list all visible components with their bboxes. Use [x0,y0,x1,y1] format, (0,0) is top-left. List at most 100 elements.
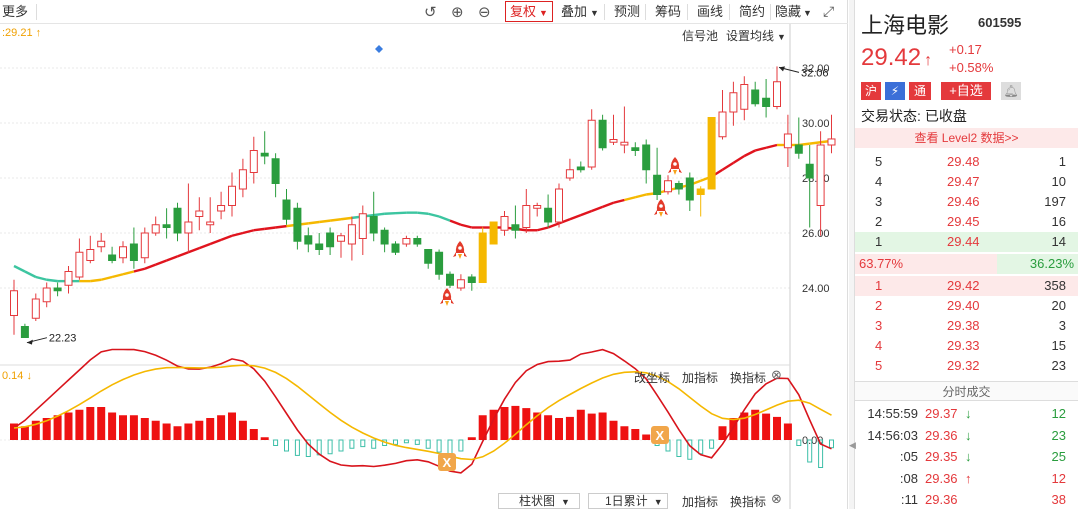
candle-body[interactable] [598,119,607,149]
signal-pool-link[interactable]: 信号池 [682,27,718,44]
candle-body[interactable] [380,229,389,245]
candle-body[interactable] [794,144,803,154]
candle-body[interactable] [293,207,302,242]
candle-body[interactable] [10,290,18,316]
rocket-signal-icon[interactable] [440,288,454,306]
candle-body[interactable] [206,221,215,226]
candle-body[interactable] [783,133,792,149]
candle-body[interactable] [413,238,422,245]
cross-signal-icon[interactable]: X [438,453,456,471]
candle-body[interactable] [740,84,749,110]
candle-body[interactable] [565,169,574,179]
tag-tong[interactable]: 通 [909,82,931,100]
bottom-add-indicator-link[interactable]: 加指标 [682,493,718,509]
candle-body[interactable] [620,141,629,146]
change-axis-link[interactable]: 改坐标 [634,369,670,386]
candle-body[interactable] [489,221,498,245]
candle-body[interactable] [108,254,117,261]
candle-body[interactable] [249,150,258,173]
candle-body[interactable] [31,298,40,319]
candle-body[interactable] [664,180,672,193]
candle-body[interactable] [260,152,269,157]
bell-icon[interactable]: 🔔︎ [1001,82,1021,100]
candle-body[interactable] [827,138,836,146]
candle-body[interactable] [119,246,127,259]
close-icon[interactable]: ⊗ [771,367,782,383]
kline-chart-panel[interactable]: 更多 ▾ ↺ ⊕ ⊖ 复权 ▼ 叠加 ▼ 预测 筹码 画线 简约 隐藏 ▼ ⤢ 32.… [0,0,848,509]
candle-body[interactable] [217,205,226,212]
cross-signal-icon[interactable]: X [651,426,669,444]
candle-body[interactable] [435,251,444,275]
candle-body[interactable] [533,205,542,209]
candle-body[interactable] [337,235,345,242]
switch-indicator-link[interactable]: 换指标 [730,369,766,386]
candle-body[interactable] [631,147,640,151]
candle-body[interactable] [358,213,367,239]
ma-setting-link[interactable]: 设置均线 ▼ [726,27,786,44]
candle-body[interactable] [369,216,378,234]
candle-body[interactable] [75,251,84,278]
candle-body[interactable] [162,224,171,228]
candle-body[interactable] [315,243,324,250]
candle-body[interactable] [805,163,814,179]
candle-body[interactable] [64,271,73,286]
candle-body[interactable] [271,158,280,184]
candle-body[interactable] [707,117,716,190]
candle-body[interactable] [685,177,694,201]
candle-body[interactable] [609,139,618,143]
candle-body[interactable] [402,238,411,245]
candle-body[interactable] [729,92,738,113]
candle-body[interactable] [751,89,760,105]
candle-body[interactable] [816,144,825,206]
add-favorite-button[interactable]: +自选 [941,82,991,100]
candle-body[interactable] [391,243,400,253]
candle-body[interactable] [456,279,465,289]
rocket-signal-icon[interactable] [668,157,682,175]
candle-body[interactable] [140,232,149,259]
level2-link[interactable]: 查看 Level2 数据>> [855,128,1078,148]
candle-body[interactable] [184,221,193,234]
candle-body[interactable] [674,183,683,190]
add-indicator-link[interactable]: 加指标 [682,369,718,386]
candle-body[interactable] [53,287,62,292]
candle-body[interactable] [151,224,160,234]
candle-body[interactable] [653,174,662,195]
candle-body[interactable] [347,224,356,245]
candle-body[interactable] [642,144,651,171]
candle-body[interactable] [195,210,204,217]
candle-body[interactable] [467,276,476,283]
candle-body[interactable] [326,232,335,248]
accum-dropdown[interactable]: 1日累计 ▼ [588,493,668,509]
candle-body[interactable] [424,249,433,264]
candle-body[interactable] [20,326,29,338]
candle-body[interactable] [282,199,291,220]
candle-body[interactable] [446,273,454,286]
tag-hu[interactable]: 沪 [861,82,881,100]
candle-body[interactable] [97,240,106,248]
candle-body[interactable] [228,185,236,206]
candle-body[interactable] [511,224,520,231]
candle-body[interactable] [773,81,781,107]
rocket-signal-icon[interactable] [654,199,668,217]
candle-body[interactable] [762,97,771,107]
candle-body[interactable] [304,235,313,245]
bar-chart-dropdown[interactable]: 柱状图 ▼ [498,493,580,509]
candle-body[interactable] [576,166,585,171]
candle-body[interactable] [478,232,487,283]
candle-body[interactable] [129,243,138,261]
candle-body[interactable] [587,119,596,168]
candle-body[interactable] [696,188,705,195]
candle-body[interactable] [500,216,509,231]
tag-flash[interactable]: ⚡ [885,82,905,100]
rocket-signal-icon[interactable] [453,241,467,259]
candle-body[interactable] [544,207,553,223]
candle-body[interactable] [238,169,247,190]
candle-body[interactable] [555,188,563,223]
candle-body[interactable] [86,249,95,261]
bottom-switch-indicator-link[interactable]: 换指标 [730,493,766,509]
candle-body[interactable] [42,287,51,303]
candle-body[interactable] [173,207,182,234]
candle-body[interactable] [522,205,531,228]
candle-body[interactable] [718,111,727,138]
close-icon[interactable]: ⊗ [771,491,782,507]
